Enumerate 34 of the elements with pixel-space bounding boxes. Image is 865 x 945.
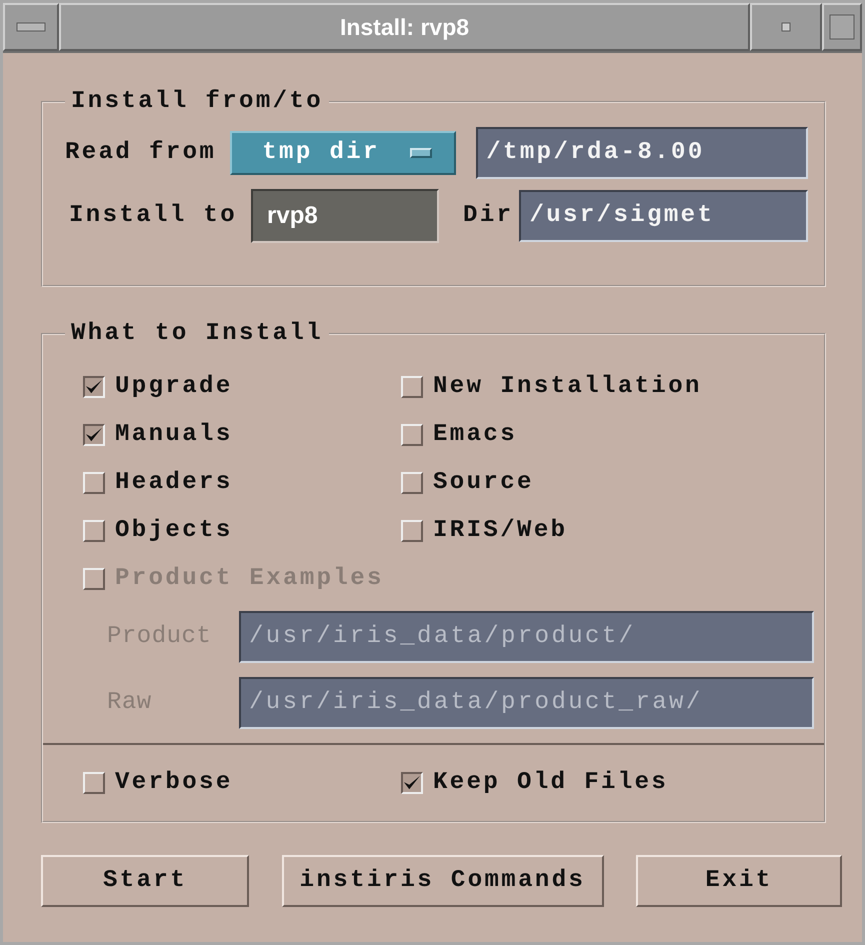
maximize-icon: [829, 14, 855, 40]
window-menu-button[interactable]: [3, 3, 59, 51]
path-label: Product: [107, 622, 212, 652]
window-menu-icon: [16, 22, 46, 32]
checkbox-label: Product Examples: [115, 564, 384, 594]
checkbox-label: Source: [433, 468, 534, 498]
maximize-button[interactable]: [822, 3, 862, 51]
checkbox-label: Upgrade: [115, 372, 233, 402]
minimize-icon: [781, 22, 791, 32]
checkbox-label: New Installation: [433, 372, 702, 402]
checkbox-label: Objects: [115, 516, 233, 546]
install-to-label: Install to: [69, 201, 238, 231]
window-title: Install: rvp8: [59, 3, 750, 51]
minimize-button[interactable]: [750, 3, 822, 51]
checkbox-label: Emacs: [433, 420, 518, 450]
dialog-button[interactable]: instiris Commands: [282, 855, 604, 907]
checkbox[interactable]: [83, 376, 105, 398]
read-from-label: Read from: [65, 138, 216, 168]
checkbox-label: Keep Old Files: [433, 768, 668, 798]
source-dropdown[interactable]: tmp dir: [230, 131, 456, 175]
checkbox[interactable]: [83, 424, 105, 446]
dir-label: Dir: [463, 201, 514, 231]
checkbox-label: Manuals: [115, 420, 233, 450]
source-path-field[interactable]: /tmp/rda-8.00: [476, 127, 808, 179]
dir-field[interactable]: /usr/sigmet: [519, 190, 808, 242]
dialog-button[interactable]: Exit: [636, 855, 842, 907]
option-menu-indicator-icon: [410, 148, 432, 158]
checkbox-label: IRIS/Web: [433, 516, 568, 546]
target-field: rvp8: [251, 189, 440, 243]
checkbox-label: Headers: [115, 468, 233, 498]
checkbox[interactable]: [401, 772, 423, 794]
path-label: Raw: [107, 688, 153, 718]
dialog-button[interactable]: Start: [41, 855, 249, 907]
checkbox-label: Verbose: [115, 768, 233, 798]
